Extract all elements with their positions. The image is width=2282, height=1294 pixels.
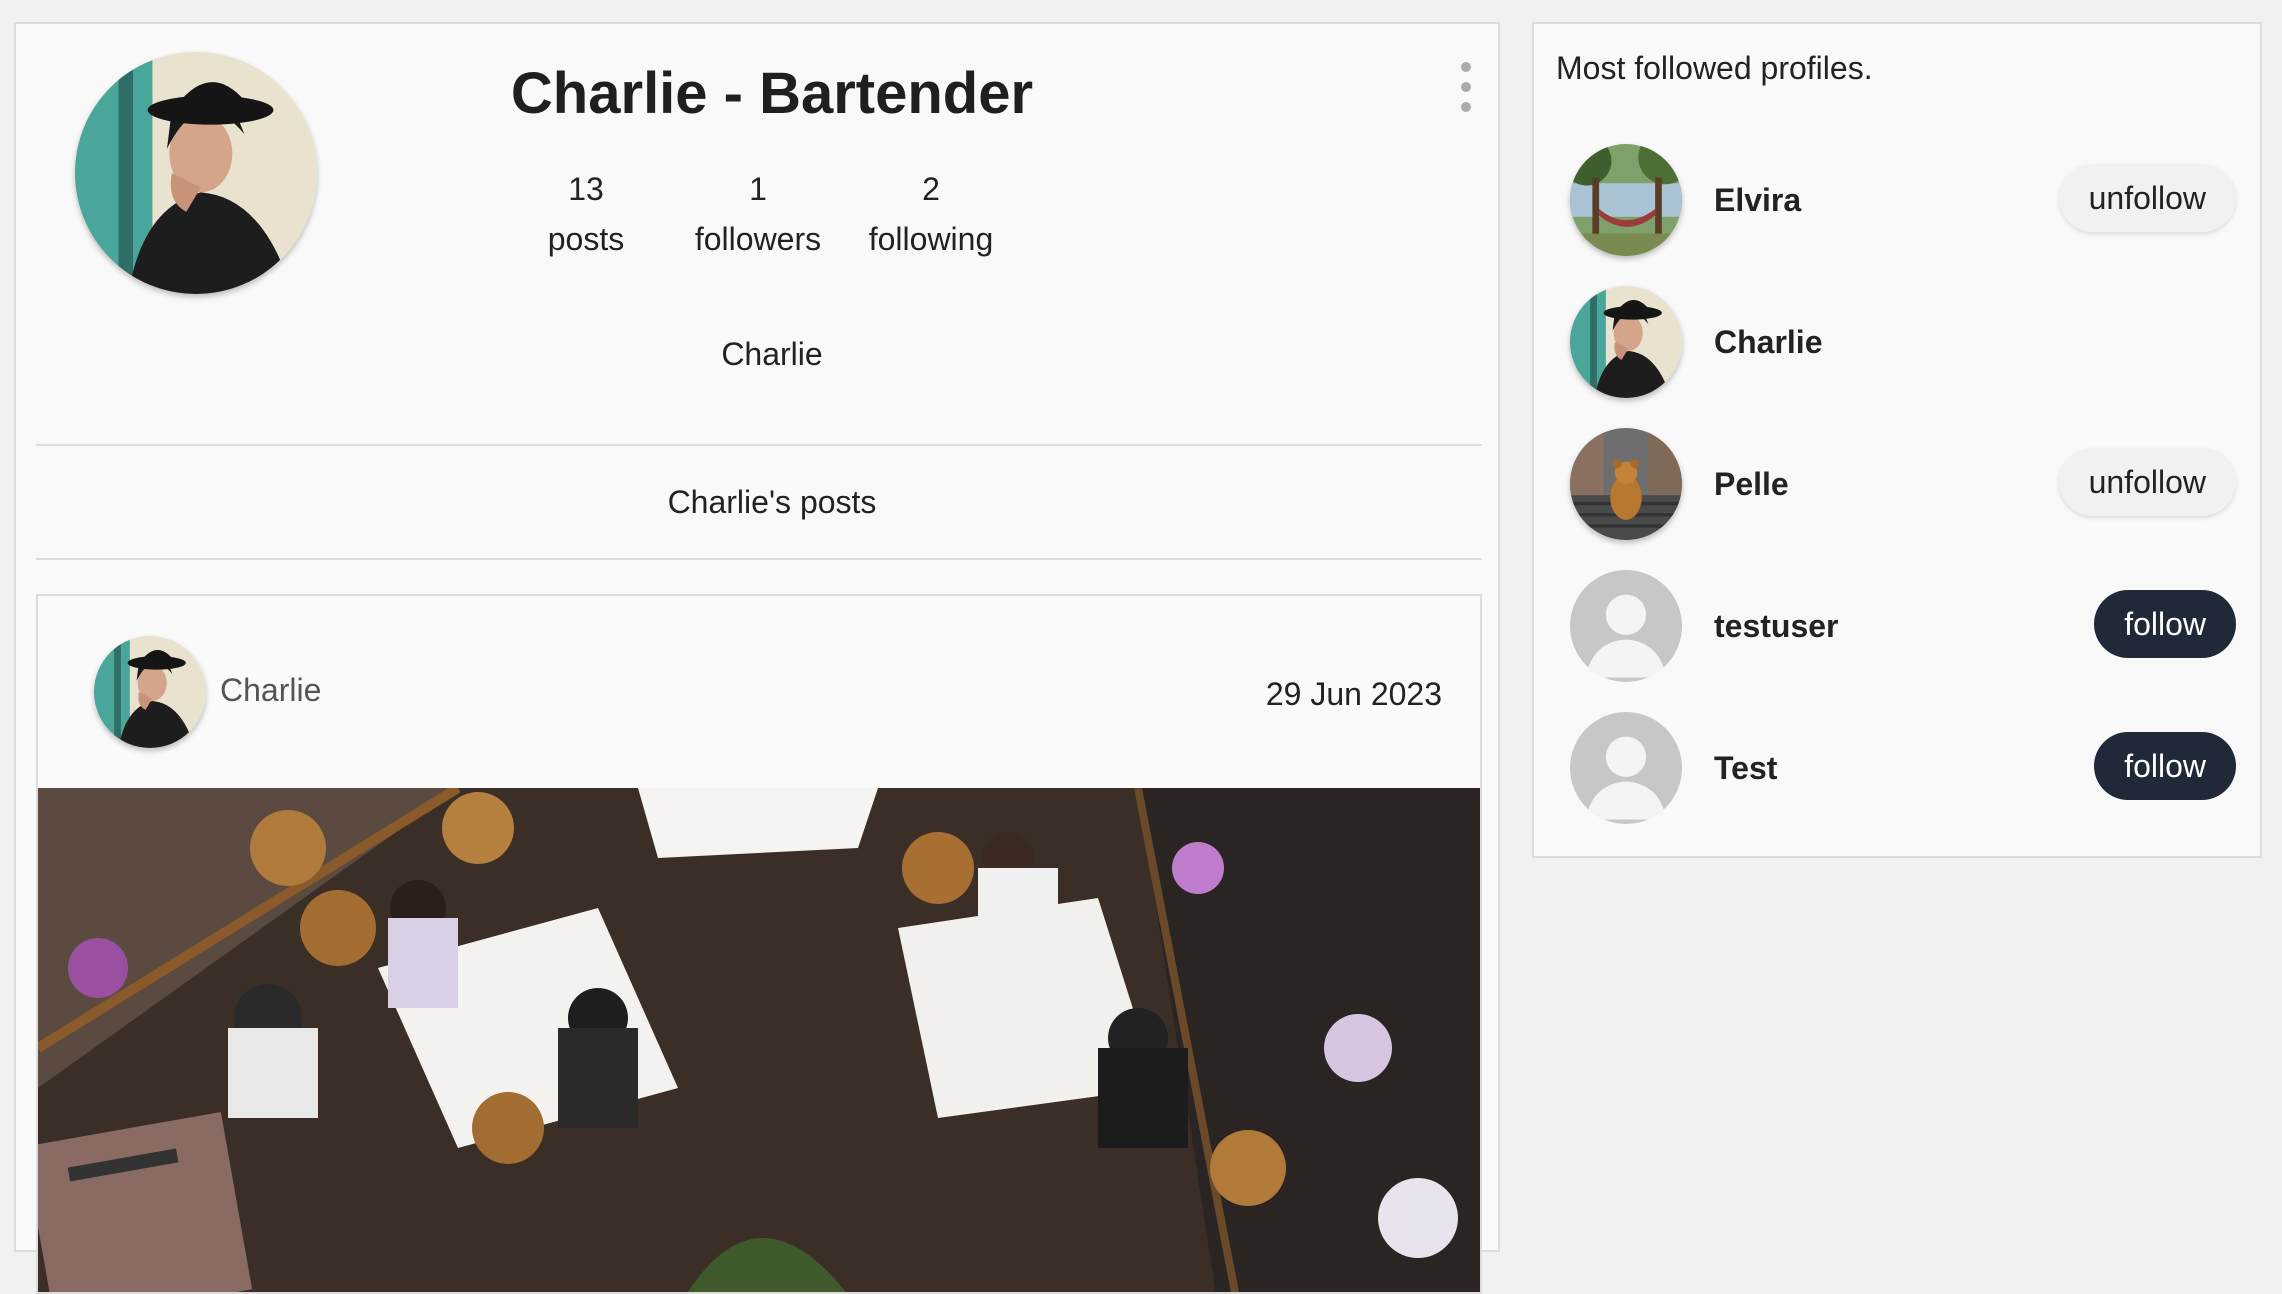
stat-posts-value: 13 (568, 171, 604, 207)
unfollow-button[interactable]: unfollow (2058, 164, 2236, 232)
stat-following-label: following (868, 221, 994, 257)
profile-name[interactable]: testuser (1714, 608, 1839, 645)
profile-name[interactable]: Test (1714, 750, 1777, 787)
stat-posts-label: posts (547, 221, 625, 257)
profile-name[interactable]: Pelle (1714, 466, 1789, 503)
avatar[interactable] (1570, 286, 1682, 398)
post-author-name[interactable]: Charlie (220, 672, 321, 709)
post-author-avatar[interactable] (94, 636, 206, 748)
follow-button[interactable]: follow (2094, 732, 2236, 800)
profile-title: Charlie - Bartender (510, 61, 1034, 126)
stat-followers[interactable]: 1 followers (658, 164, 858, 264)
charlie-avatar-image (94, 636, 206, 748)
post-card[interactable]: Charlie 29 Jun 2023 (36, 594, 1482, 1294)
more-vertical-icon[interactable] (1456, 62, 1476, 112)
profile-row-testuser[interactable]: testuser follow (1534, 550, 2260, 680)
default-avatar-icon (1570, 712, 1682, 824)
follow-button[interactable]: follow (2094, 590, 2236, 658)
stat-posts[interactable]: 13 posts (486, 164, 686, 264)
profile-name[interactable]: Charlie (1714, 324, 1822, 361)
elvira-avatar-image (1570, 144, 1682, 256)
restaurant-photo (38, 788, 1480, 1292)
stat-followers-label: followers (694, 221, 822, 257)
profile-display-name: Charlie (721, 336, 823, 372)
most-followed-title: Most followed profiles. (1556, 50, 1873, 86)
stat-following-value: 2 (922, 171, 940, 207)
stat-following[interactable]: 2 following (831, 164, 1031, 264)
post-image[interactable] (38, 788, 1480, 1292)
avatar[interactable] (1570, 428, 1682, 540)
charlie-avatar-image (1570, 286, 1682, 398)
profile-row-pelle[interactable]: Pelle unfollow (1534, 408, 2260, 538)
divider (36, 558, 1482, 560)
default-avatar-icon (1570, 570, 1682, 682)
pelle-avatar-image (1570, 428, 1682, 540)
divider (36, 444, 1482, 446)
profile-row-elvira[interactable]: Elvira unfollow (1534, 124, 2260, 254)
charlie-avatar-image (75, 52, 317, 294)
profile-name[interactable]: Elvira (1714, 182, 1801, 219)
profile-avatar (75, 52, 317, 294)
avatar[interactable] (1570, 712, 1682, 824)
post-date: 29 Jun 2023 (1265, 676, 1442, 712)
most-followed-panel: Most followed profiles. Elvira unfollow … (1532, 22, 2262, 858)
avatar[interactable] (1570, 144, 1682, 256)
posts-heading: Charlie's posts (667, 484, 877, 520)
stat-followers-value: 1 (749, 171, 767, 207)
avatar[interactable] (1570, 570, 1682, 682)
profile-panel: Charlie - Bartender 13 posts 1 followers… (14, 22, 1500, 1294)
profile-row-charlie[interactable]: Charlie (1534, 266, 2260, 396)
profile-row-test[interactable]: Test follow (1534, 692, 2260, 822)
unfollow-button[interactable]: unfollow (2058, 448, 2236, 516)
